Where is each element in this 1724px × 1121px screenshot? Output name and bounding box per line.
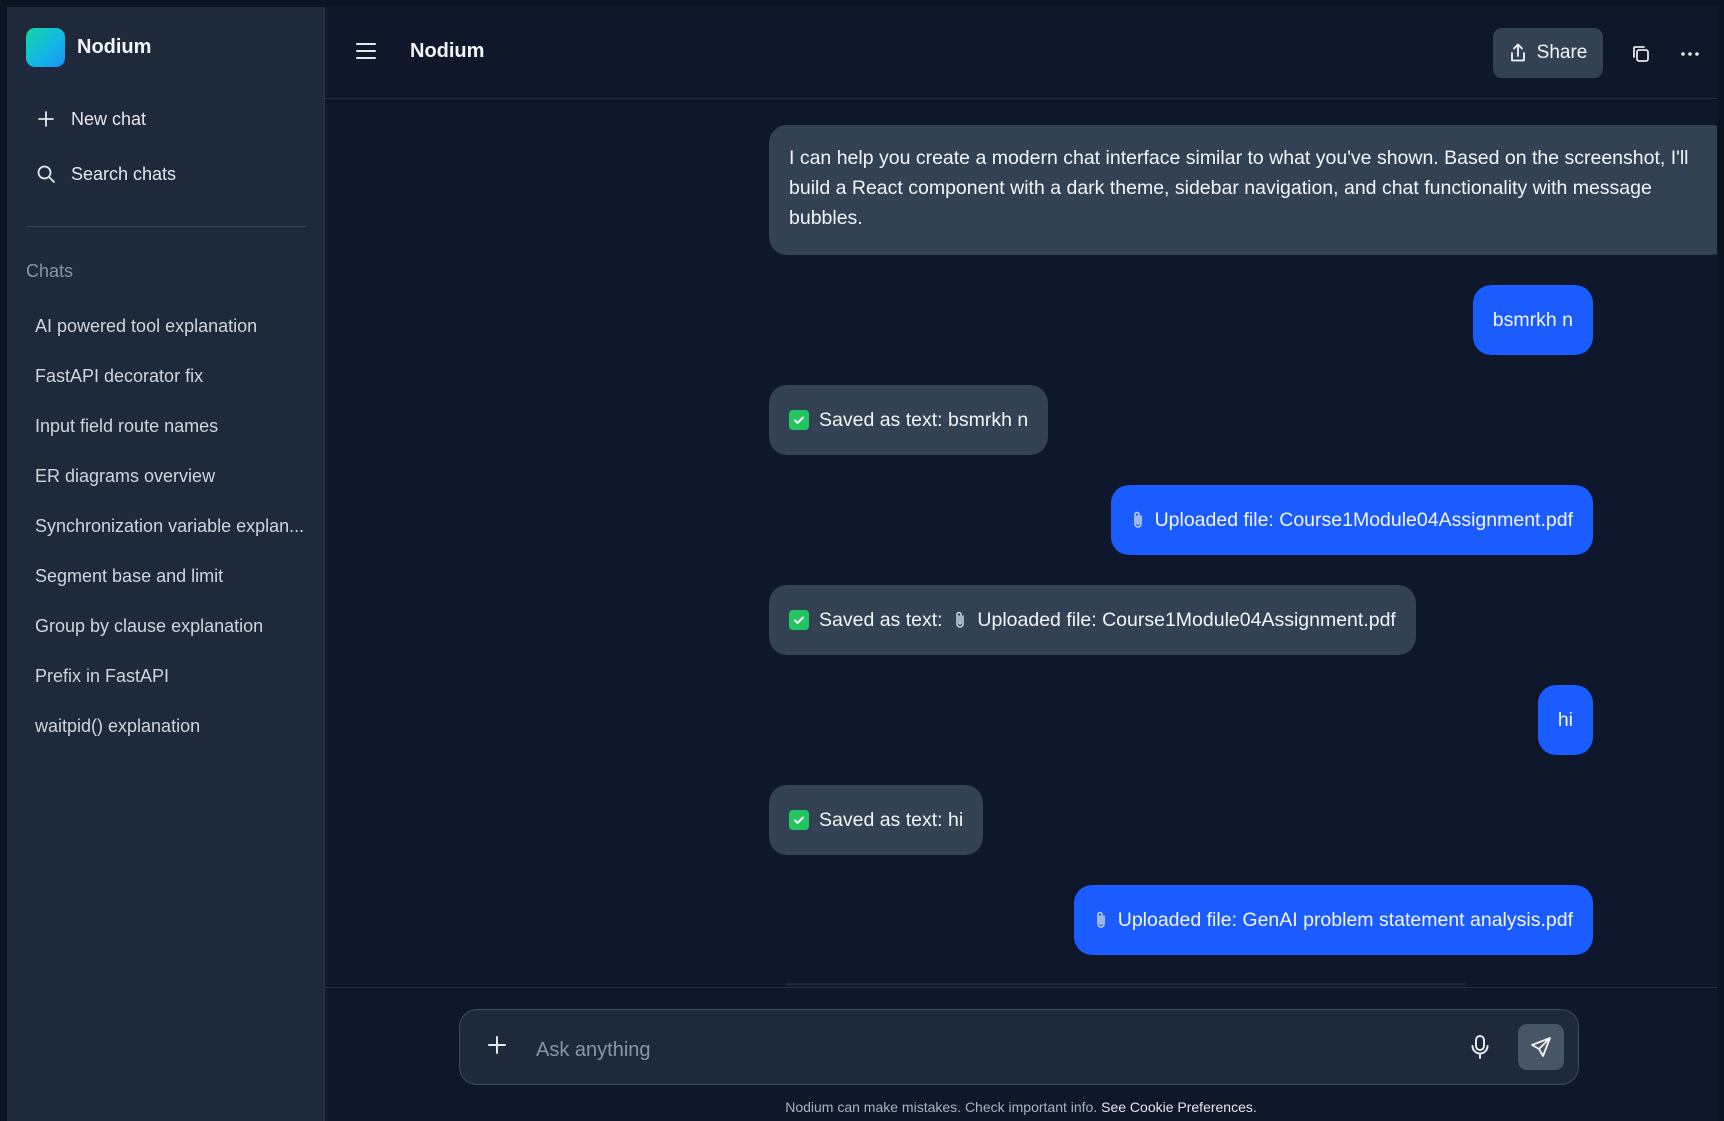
search-chats-button[interactable]: Search chats [35,163,176,185]
top-bar: Nodium Share [325,7,1717,99]
paperclip-icon [1131,510,1145,530]
message-text: Uploaded file: Course1Module04Assignment… [977,609,1396,631]
message-text: hi [1557,709,1573,731]
assistant-message: Saved as text: bsmrkh n [769,385,1049,455]
check-icon [789,410,809,430]
composer [459,1009,1579,1085]
search-icon [35,163,57,185]
send-icon [1531,1037,1551,1057]
assistant-message: Saved as text: Uploaded file: Course1Mod… [769,585,1416,655]
plus-icon [35,108,57,130]
message-text: I can help you create a modern chat inte… [789,147,1689,229]
message-prefix: Saved as text: [819,409,943,431]
check-icon [789,810,809,830]
chat-list-item[interactable]: Group by clause explanation [35,601,305,651]
chat-list-item[interactable]: AI powered tool explanation [35,301,305,351]
paperclip-icon [953,610,967,630]
search-chats-label: Search chats [71,163,177,184]
more-options-icon[interactable] [1677,41,1703,67]
user-message: bsmrkh n [1472,285,1593,355]
chats-section-label: Chats [26,261,74,281]
microphone-icon[interactable] [1469,1033,1495,1061]
message-prefix: Saved as text: [819,809,943,831]
disclaimer-text: Nodium can make mistakes. Check importan… [785,1099,1098,1115]
message-text: Uploaded file: GenAI problem statement a… [1117,909,1573,931]
app-window: Nodium New chat Search chats Chats AI po… [7,7,1717,1121]
attach-plus-icon[interactable] [486,1034,510,1058]
check-icon [789,610,809,630]
new-chat-label: New chat [71,108,147,129]
assistant-message: Saved as text: hi [769,785,984,855]
user-message: Uploaded file: GenAI problem statement a… [1073,885,1593,955]
chat-list-item[interactable]: Synchronization variable explan... [35,501,305,551]
chat-list-item[interactable]: Prefix in FastAPI [35,651,305,701]
chat-list-item[interactable]: Segment base and limit [35,551,305,601]
composer-area: Nodium can make mistakes. Check importan… [325,987,1717,1121]
message-text: hi [948,809,964,831]
user-message: Uploaded file: Course1Module04Assignment… [1110,485,1593,555]
sidebar: Nodium New chat Search chats Chats AI po… [7,7,325,1121]
cookie-preferences-link[interactable]: See Cookie Preferences. [1101,1099,1257,1115]
message-text: bsmrkh n [948,409,1029,431]
share-label: Share [1536,42,1588,63]
chat-list-item[interactable]: FastAPI decorator fix [35,351,305,401]
app-name: Nodium [77,36,152,58]
share-icon [1510,43,1525,62]
message-prefix: Saved as text: [819,609,943,631]
chat-list-item[interactable]: Input field route names [35,401,305,451]
chat-list-item[interactable]: waitpid() explanation [35,701,305,751]
send-button[interactable] [1518,1024,1564,1070]
new-chat-button[interactable]: New chat [35,108,146,130]
app-logo [26,28,65,67]
scroll-fade [785,983,1465,985]
disclaimer: Nodium can make mistakes. Check importan… [325,1099,1717,1115]
assistant-message: I can help you create a modern chat inte… [769,125,1717,255]
sidebar-divider [26,226,306,227]
chat-list: AI powered tool explanation FastAPI deco… [35,301,305,751]
page-title: Nodium [410,40,485,62]
paperclip-icon [1094,910,1108,930]
message-text: Uploaded file: Course1Module04Assignment… [1154,509,1573,531]
chat-list-item[interactable]: ER diagrams overview [35,451,305,501]
share-button[interactable]: Share [1493,28,1603,78]
message-list: I can help you create a modern chat inte… [325,99,1717,986]
copy-icon[interactable] [1628,41,1654,67]
brand[interactable]: Nodium [26,28,151,67]
hamburger-menu-icon[interactable] [355,41,381,65]
message-input[interactable] [534,1032,1438,1068]
user-message: hi [1537,685,1593,755]
message-text: bsmrkh n [1492,309,1573,331]
main-panel: Nodium Share I can help you create a mod… [325,7,1717,1121]
